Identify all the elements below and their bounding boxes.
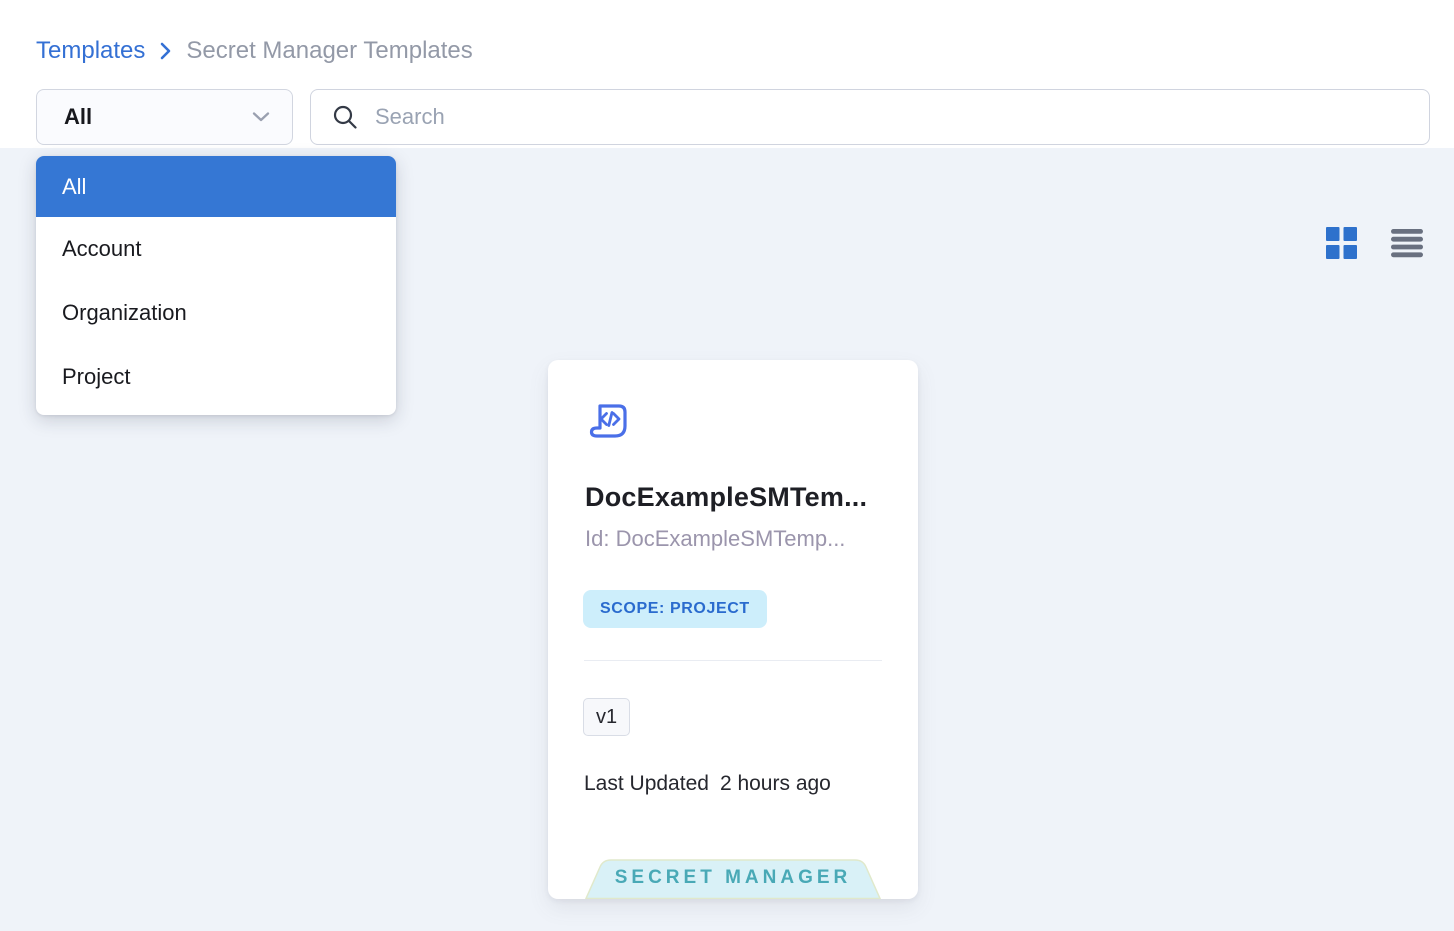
template-card[interactable]: DocExampleSMTem... Id: DocExampleSMTemp.…	[548, 360, 918, 899]
module-ribbon: SECRET MANAGER	[578, 859, 888, 899]
breadcrumb: Templates Secret Manager Templates	[36, 34, 473, 68]
search-icon	[332, 104, 358, 130]
list-view-icon[interactable]	[1391, 228, 1423, 258]
view-toggle	[1326, 227, 1423, 259]
menu-option-account[interactable]: Account	[36, 217, 396, 281]
search-input[interactable]	[375, 104, 1409, 130]
template-title: DocExampleSMTem...	[585, 482, 885, 513]
template-id: Id: DocExampleSMTemp...	[585, 526, 885, 552]
card-divider	[584, 660, 882, 661]
last-updated-value: 2 hours ago	[720, 772, 831, 796]
template-script-icon	[586, 402, 632, 449]
module-ribbon-label: SECRET MANAGER	[578, 859, 888, 899]
breadcrumb-current: Secret Manager Templates	[186, 37, 472, 65]
scope-badge: SCOPE: PROJECT	[583, 590, 767, 628]
scope-filter-menu: All Account Organization Project	[36, 156, 396, 415]
last-updated-label: Last Updated	[584, 772, 709, 796]
scope-filter-dropdown[interactable]: All	[36, 89, 293, 145]
menu-option-project[interactable]: Project	[36, 345, 396, 409]
menu-option-organization[interactable]: Organization	[36, 281, 396, 345]
chevron-down-icon	[252, 112, 270, 122]
search-bar	[310, 89, 1430, 145]
scope-filter-selected-value: All	[64, 104, 92, 130]
breadcrumb-templates-link[interactable]: Templates	[36, 37, 145, 65]
menu-option-all[interactable]: All	[36, 156, 396, 217]
version-chip: v1	[583, 698, 630, 736]
grid-view-icon[interactable]	[1326, 227, 1357, 259]
chevron-right-icon	[159, 41, 172, 61]
last-updated: Last Updated 2 hours ago	[584, 772, 831, 796]
